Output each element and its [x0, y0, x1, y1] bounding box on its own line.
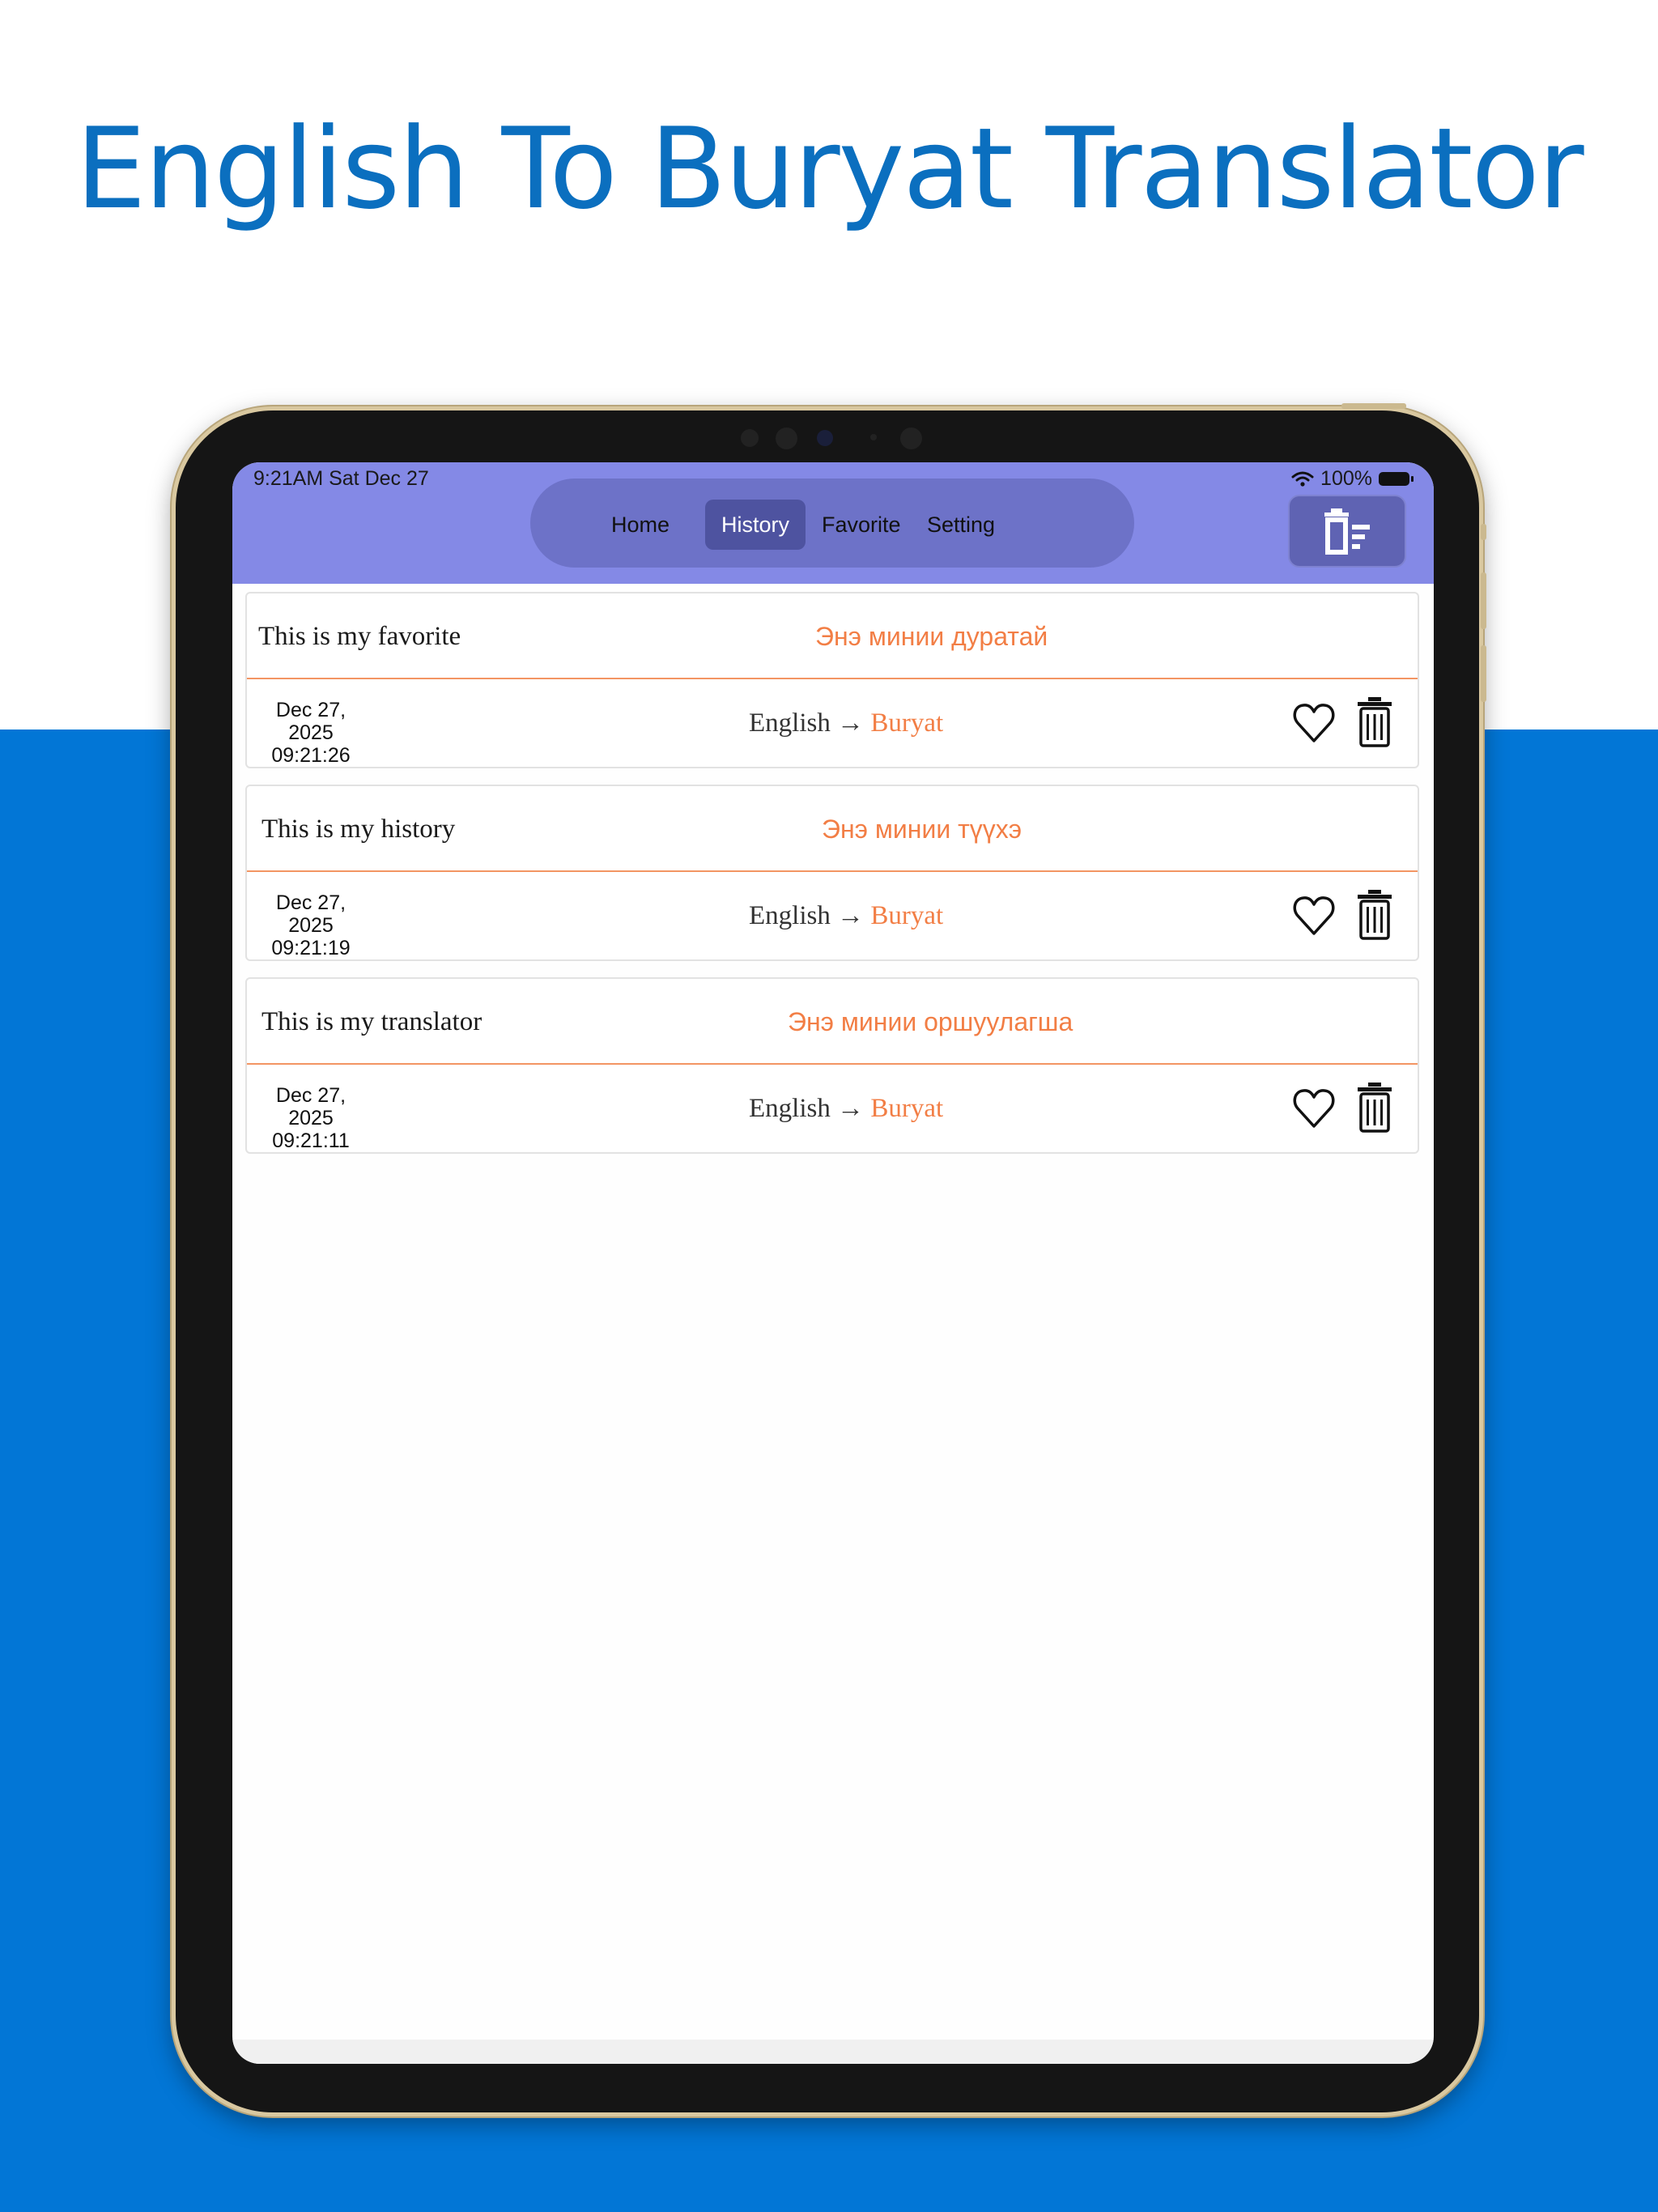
source-text: This is my translator [261, 1007, 483, 1036]
tab-favorite[interactable]: Favorite [822, 500, 901, 550]
date-text: Dec 27, 2025 [275, 699, 346, 744]
time-text: 09:21:11 [272, 1129, 350, 1152]
sensor-dot [870, 434, 877, 440]
from-language: English [749, 708, 831, 738]
status-time: 9:21AM Sat Dec 27 [253, 467, 429, 490]
page-headline: English To Buryat Translator [75, 104, 1584, 234]
nav-bar: 9:21AM Sat Dec 27 100% Home History Favo… [232, 462, 1434, 584]
sensor-dot [776, 428, 797, 449]
timestamp: Dec 27, 2025 09:21:11 [266, 1084, 355, 1152]
history-card[interactable]: This is my history Энэ минии түүхэ Dec 2… [245, 785, 1419, 961]
arrow-icon: → [837, 901, 865, 930]
date-text: Dec 27, 2025 [275, 891, 346, 937]
sensor-dot [741, 429, 759, 447]
source-text: This is my favorite [258, 622, 461, 651]
delete-trash-icon[interactable] [1356, 1081, 1393, 1134]
language-pair: English → Buryat [749, 1076, 943, 1141]
timestamp: Dec 27, 2025 09:21:19 [266, 891, 355, 959]
status-indicators: 100% [1291, 467, 1414, 491]
to-language: Buryat [870, 1094, 944, 1123]
to-language: Buryat [870, 901, 944, 930]
from-language: English [749, 1094, 831, 1123]
sensor-dot [900, 428, 922, 449]
delete-trash-icon[interactable] [1356, 888, 1393, 942]
camera-bar [176, 425, 1479, 449]
favorite-heart-icon[interactable] [1291, 1086, 1337, 1131]
arrow-icon: → [837, 1094, 865, 1123]
arrow-icon: → [837, 708, 865, 738]
tablet-frame: 9:21AM Sat Dec 27 100% Home History Favo… [172, 403, 1486, 2116]
top-button [1341, 403, 1406, 409]
app-screen: 9:21AM Sat Dec 27 100% Home History Favo… [232, 462, 1434, 2064]
time-text: 09:21:19 [271, 937, 351, 959]
date-text: Dec 27, 2025 [275, 1084, 346, 1129]
to-language: Buryat [870, 708, 944, 738]
volume-button [1481, 572, 1486, 629]
history-card[interactable]: This is my translator Энэ минии оршуулаг… [245, 977, 1419, 1154]
timestamp: Dec 27, 2025 09:21:26 [266, 699, 355, 767]
card-translation-row: This is my translator Энэ минии оршуулаг… [247, 979, 1418, 1065]
delete-all-icon [1324, 508, 1370, 555]
history-card[interactable]: This is my favorite Энэ минии дуратай De… [245, 592, 1419, 768]
side-button [1481, 524, 1486, 540]
battery-percent: 100% [1320, 467, 1372, 490]
translated-text: Энэ минии дуратай [815, 622, 1048, 651]
card-translation-row: This is my favorite Энэ минии дуратай [247, 593, 1418, 679]
time-text: 09:21:26 [271, 744, 351, 767]
translated-text: Энэ минии оршуулагша [788, 1007, 1073, 1036]
battery-icon [1379, 472, 1414, 486]
volume-button [1481, 645, 1486, 702]
tab-home[interactable]: Home [611, 500, 670, 550]
card-translation-row: This is my history Энэ минии түүхэ [247, 786, 1418, 872]
tab-setting[interactable]: Setting [927, 500, 995, 550]
source-text: This is my history [261, 815, 456, 844]
translated-text: Энэ минии түүхэ [822, 815, 1022, 844]
language-pair: English → Buryat [749, 883, 943, 948]
delete-trash-icon[interactable] [1356, 696, 1393, 749]
tab-history[interactable]: History [705, 500, 806, 550]
favorite-heart-icon[interactable] [1291, 893, 1337, 938]
clear-history-button[interactable] [1288, 495, 1406, 568]
wifi-icon [1291, 471, 1314, 487]
favorite-heart-icon[interactable] [1291, 700, 1337, 746]
tab-bar: Home History Favorite Setting [530, 479, 1134, 568]
language-pair: English → Buryat [749, 691, 943, 755]
bottom-bar [232, 2040, 1434, 2064]
camera-icon [817, 430, 833, 446]
from-language: English [749, 901, 831, 930]
